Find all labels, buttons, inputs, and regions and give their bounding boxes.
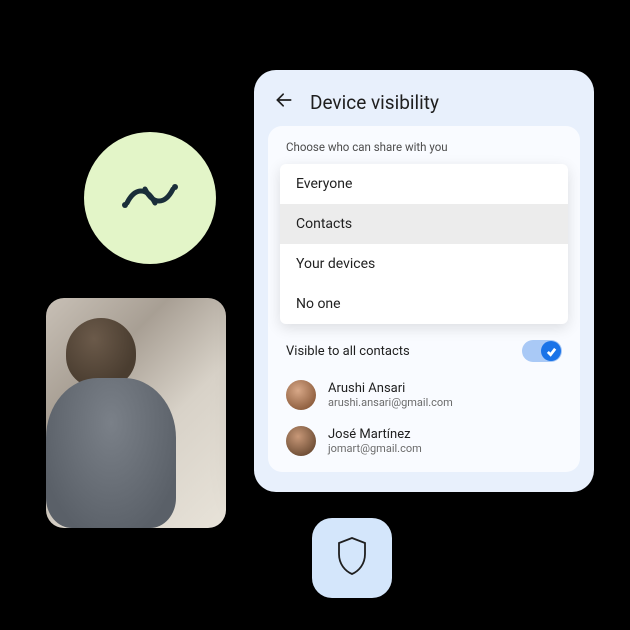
- visibility-panel: Choose who can share with you Everyone C…: [268, 126, 580, 472]
- contact-email: jomart@gmail.com: [328, 442, 422, 455]
- back-button[interactable]: [272, 90, 296, 114]
- option-contacts[interactable]: Contacts: [280, 204, 568, 244]
- page-title: Device visibility: [310, 91, 439, 114]
- contact-row[interactable]: José Martínez jomart@gmail.com: [268, 418, 580, 464]
- back-arrow-icon: [274, 90, 294, 114]
- avatar: [286, 380, 316, 410]
- avatar: [286, 426, 316, 456]
- nearby-share-badge: [84, 132, 216, 264]
- option-your-devices[interactable]: Your devices: [280, 244, 568, 284]
- contact-email: arushi.ansari@gmail.com: [328, 396, 453, 409]
- option-no-one[interactable]: No one: [280, 284, 568, 324]
- visible-all-contacts-row: Visible to all contacts: [268, 324, 580, 372]
- contact-name: José Martínez: [328, 427, 422, 442]
- shield-badge: [312, 518, 392, 598]
- contact-text: Arushi Ansari arushi.ansari@gmail.com: [328, 381, 453, 409]
- contact-row[interactable]: Arushi Ansari arushi.ansari@gmail.com: [268, 372, 580, 418]
- check-icon: [546, 342, 557, 361]
- visibility-dropdown[interactable]: Everyone Contacts Your devices No one: [280, 164, 568, 324]
- card-header: Device visibility: [268, 86, 580, 126]
- contact-text: José Martínez jomart@gmail.com: [328, 427, 422, 455]
- nearby-share-icon: [121, 181, 179, 215]
- device-visibility-card: Device visibility Choose who can share w…: [254, 70, 594, 492]
- choose-label: Choose who can share with you: [268, 140, 580, 164]
- toggle-knob: [541, 341, 561, 361]
- lifestyle-photo: [46, 298, 226, 528]
- option-everyone[interactable]: Everyone: [280, 164, 568, 204]
- visible-all-contacts-toggle[interactable]: [522, 340, 562, 362]
- toggle-label: Visible to all contacts: [286, 344, 410, 359]
- shield-icon: [335, 536, 369, 580]
- contact-name: Arushi Ansari: [328, 381, 453, 396]
